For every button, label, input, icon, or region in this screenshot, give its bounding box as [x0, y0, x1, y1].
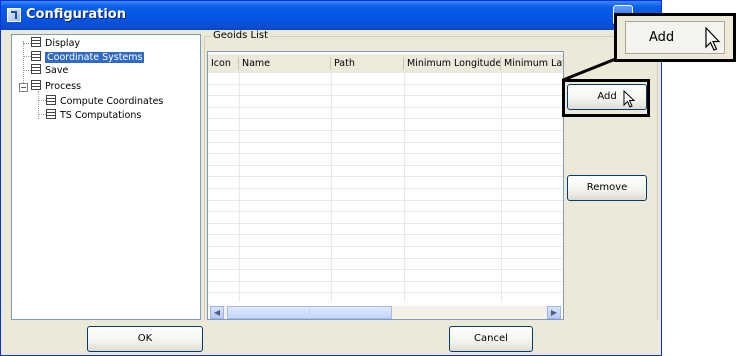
grid-row-line — [208, 199, 563, 201]
add-button-callout: Add — [614, 13, 736, 62]
button-bar: OK Cancel — [1, 320, 661, 355]
grid-row-line — [208, 118, 563, 120]
grid-row-line — [208, 83, 563, 85]
grid-row-line — [208, 188, 563, 189]
list-icon — [31, 51, 41, 61]
grid-row-line — [208, 246, 563, 247]
category-tree: Display Coordinate Systems Save − Proces… — [11, 34, 201, 320]
column-header-name[interactable]: Name — [239, 57, 331, 70]
grid-row-line — [208, 176, 563, 178]
window-title: Configuration — [26, 7, 126, 22]
remove-button[interactable]: Remove — [567, 175, 647, 201]
grid-row-line — [208, 280, 563, 282]
list-icon — [46, 95, 56, 105]
tree-item-label: Process — [45, 81, 82, 92]
tree-item-display[interactable]: Display — [31, 37, 80, 50]
list-icon — [31, 80, 41, 90]
tree-item-label: Display — [45, 38, 81, 49]
cancel-button-label: Cancel — [474, 333, 508, 344]
grid-row-line — [208, 292, 563, 294]
callout-add-label: Add — [649, 30, 675, 45]
grid-row-line — [208, 130, 563, 131]
configuration-window: Configuration Display Coordinate Systems… — [0, 0, 662, 356]
tree-item-process[interactable]: Process — [31, 80, 81, 93]
scroll-thumb[interactable]: ⦙ — [227, 306, 392, 319]
tree-item-ts-computations[interactable]: TS Computations — [46, 109, 141, 122]
app-icon — [7, 8, 21, 22]
grid-row-line — [208, 234, 563, 236]
grid-row-line — [208, 141, 563, 143]
grid-column-line — [331, 72, 332, 302]
column-header-min-longitude[interactable]: Minimum Longitude — [404, 57, 501, 70]
column-header-min-latitude[interactable]: Minimum Lat — [501, 57, 563, 70]
scroll-right-icon[interactable]: ▶ — [547, 306, 561, 319]
tree-item-label: TS Computations — [60, 110, 142, 121]
list-icon — [31, 37, 41, 47]
column-header-path[interactable]: Path — [331, 57, 404, 70]
grid-row-line — [208, 164, 563, 166]
geoids-group-label: Geoids List — [211, 30, 271, 41]
collapse-toggle[interactable]: − — [19, 83, 28, 92]
grid-column-line — [404, 72, 405, 302]
ok-button-label: OK — [137, 333, 153, 344]
list-icon — [31, 64, 41, 74]
cursor-icon — [705, 27, 721, 51]
tree-item-label: Save — [45, 65, 69, 76]
scroll-left-icon[interactable]: ◀ — [210, 306, 224, 319]
remove-button-label: Remove — [586, 182, 628, 193]
grid-row-line — [208, 222, 563, 224]
tree-item-label: Compute Coordinates — [60, 96, 164, 107]
tree-item-save[interactable]: Save — [31, 64, 68, 77]
grid-row-line — [208, 269, 563, 271]
grid-row-line — [208, 211, 563, 213]
grid-column-line — [239, 72, 240, 302]
horizontal-scrollbar[interactable]: ◀ ⦙ ▶ — [210, 306, 561, 319]
grid-row-line — [208, 257, 563, 259]
grid-column-line — [501, 72, 502, 302]
cancel-button[interactable]: Cancel — [449, 326, 533, 352]
grid-row-line — [208, 95, 563, 97]
column-header-icon[interactable]: Icon — [208, 57, 239, 70]
ok-button[interactable]: OK — [87, 326, 203, 352]
grid-row-line — [208, 106, 563, 108]
geoids-list[interactable]: Icon Name Path Minimum Longitude Minimum… — [207, 51, 564, 320]
grid-row-line — [208, 153, 563, 155]
grid-row-line — [208, 72, 563, 73]
tree-item-label: Coordinate Systems — [45, 52, 145, 63]
tree-item-compute-coordinates[interactable]: Compute Coordinates — [46, 95, 163, 108]
tree-item-coordinate-systems[interactable]: Coordinate Systems — [31, 51, 145, 64]
title-bar: Configuration — [1, 1, 661, 30]
cursor-icon — [623, 90, 636, 108]
list-icon — [46, 109, 56, 119]
